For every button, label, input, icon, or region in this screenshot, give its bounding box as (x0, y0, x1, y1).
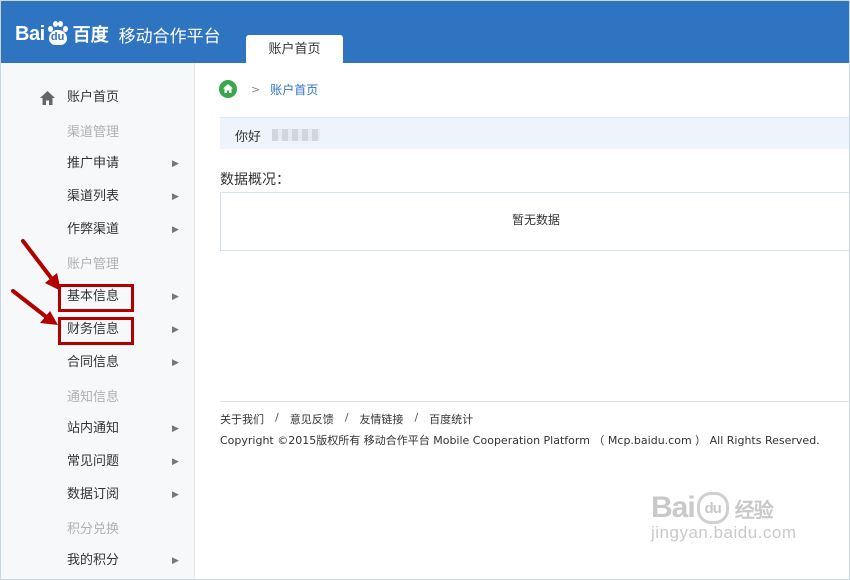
blurred-username (272, 129, 320, 141)
footer-link-about[interactable]: 关于我们 (220, 411, 264, 427)
chevron-right-icon: ▶ (172, 325, 179, 335)
sidebar-group-notice: 通知信息 (67, 390, 120, 405)
sidebar-item-site-notice[interactable]: 站内通知 ▶ (1, 416, 195, 442)
footer-link-stats[interactable]: 百度统计 (429, 411, 473, 427)
sidebar-group-channel: 渠道管理 (67, 125, 120, 140)
footer-link-feedback[interactable]: 意见反馈 (290, 411, 334, 427)
baidu-logo[interactable]: Bai du 百度 移动合作平台 (15, 21, 221, 47)
highlight-box-finance-info (58, 317, 134, 345)
overview-panel: 暂无数据 (220, 192, 849, 251)
sidebar-item-label: 推广申请 (67, 156, 120, 171)
footer-separator: / (414, 411, 419, 424)
chevron-right-icon: ▶ (172, 159, 179, 169)
footer-links: 关于我们 / 意见反馈 / 友情链接 / 百度统计 (220, 411, 473, 427)
chevron-right-icon: ▶ (172, 457, 179, 467)
logo-bai-text: Bai (15, 22, 45, 45)
sidebar-item-my-points[interactable]: 我的积分 ▶ (1, 548, 195, 574)
sidebar-item-promotion-apply[interactable]: 推广申请 ▶ (1, 151, 195, 177)
chevron-right-icon: ▶ (172, 358, 179, 368)
logo-baidu-chinese: 百度 (72, 25, 109, 45)
sidebar-item-label: 账户首页 (67, 90, 120, 105)
footer-link-friends[interactable]: 友情链接 (359, 411, 403, 427)
sidebar-group-account: 账户管理 (67, 257, 120, 272)
welcome-bar: 你好 (220, 117, 849, 149)
watermark-logo: Bai du 经验 (651, 491, 797, 525)
sidebar-item-label: 作弊渠道 (67, 222, 120, 237)
home-circle-icon[interactable] (219, 80, 237, 98)
red-arrow-icon (11, 289, 58, 325)
watermark-url: jingyan.baidu.com (651, 523, 797, 542)
overview-title: 数据概况： (220, 172, 290, 188)
app-window: Bai du 百度 移动合作平台 账户首页 账户首页 渠道管理 推广申请 ▶ 渠… (0, 0, 850, 580)
sidebar-item-label: 站内通知 (67, 421, 120, 436)
sidebar-item-account-home[interactable]: 账户首页 (1, 85, 195, 111)
sidebar-item-data-subscribe[interactable]: 数据订阅 ▶ (1, 482, 195, 508)
red-arrow-icon (21, 239, 61, 291)
platform-name: 移动合作平台 (118, 26, 221, 47)
top-header: Bai du 百度 移动合作平台 账户首页 (1, 1, 849, 63)
breadcrumb-current[interactable]: 账户首页 (270, 81, 318, 98)
copyright-text: Copyright ©2015版权所有 移动合作平台 Mobile Cooper… (220, 434, 820, 447)
chevron-right-icon: ▶ (172, 225, 179, 235)
footer-separator: / (344, 411, 349, 424)
sidebar-item-label: 我的积分 (67, 553, 120, 568)
sidebar-item-label: 数据订阅 (67, 487, 120, 502)
chevron-right-icon: > (251, 82, 261, 96)
chevron-right-icon: ▶ (172, 490, 179, 500)
tab-account-home[interactable]: 账户首页 (246, 35, 343, 63)
sidebar-item-channel-list[interactable]: 渠道列表 ▶ (1, 184, 195, 210)
chevron-right-icon: ▶ (172, 424, 179, 434)
sidebar-item-faq[interactable]: 常见问题 ▶ (1, 449, 195, 475)
watermark: Bai du 经验 jingyan.baidu.com (651, 491, 797, 543)
sidebar-item-label: 渠道列表 (67, 189, 120, 204)
watermark-jingyan: 经验 (734, 499, 774, 522)
highlight-box-basic-info (58, 284, 134, 312)
sidebar-item-label: 常见问题 (67, 454, 120, 469)
home-icon (40, 91, 55, 105)
logo-paw-text: du (48, 30, 67, 45)
breadcrumb: > 账户首页 (219, 79, 318, 99)
watermark-paw-icon: du (696, 492, 729, 524)
greeting-text: 你好 (235, 130, 262, 145)
sidebar-item-contract-info[interactable]: 合同信息 ▶ (1, 350, 195, 376)
chevron-right-icon: ▶ (172, 292, 179, 302)
sidebar-item-label: 合同信息 (67, 355, 120, 370)
footer-separator: / (275, 411, 279, 424)
empty-state-text: 暂无数据 (511, 213, 560, 227)
chevron-right-icon: ▶ (172, 192, 179, 202)
chevron-right-icon: ▶ (172, 556, 179, 566)
footer-divider (220, 401, 849, 402)
sidebar-group-points: 积分兑换 (67, 522, 120, 537)
paw-icon: du (46, 21, 70, 47)
watermark-bai: Bai (651, 491, 696, 524)
